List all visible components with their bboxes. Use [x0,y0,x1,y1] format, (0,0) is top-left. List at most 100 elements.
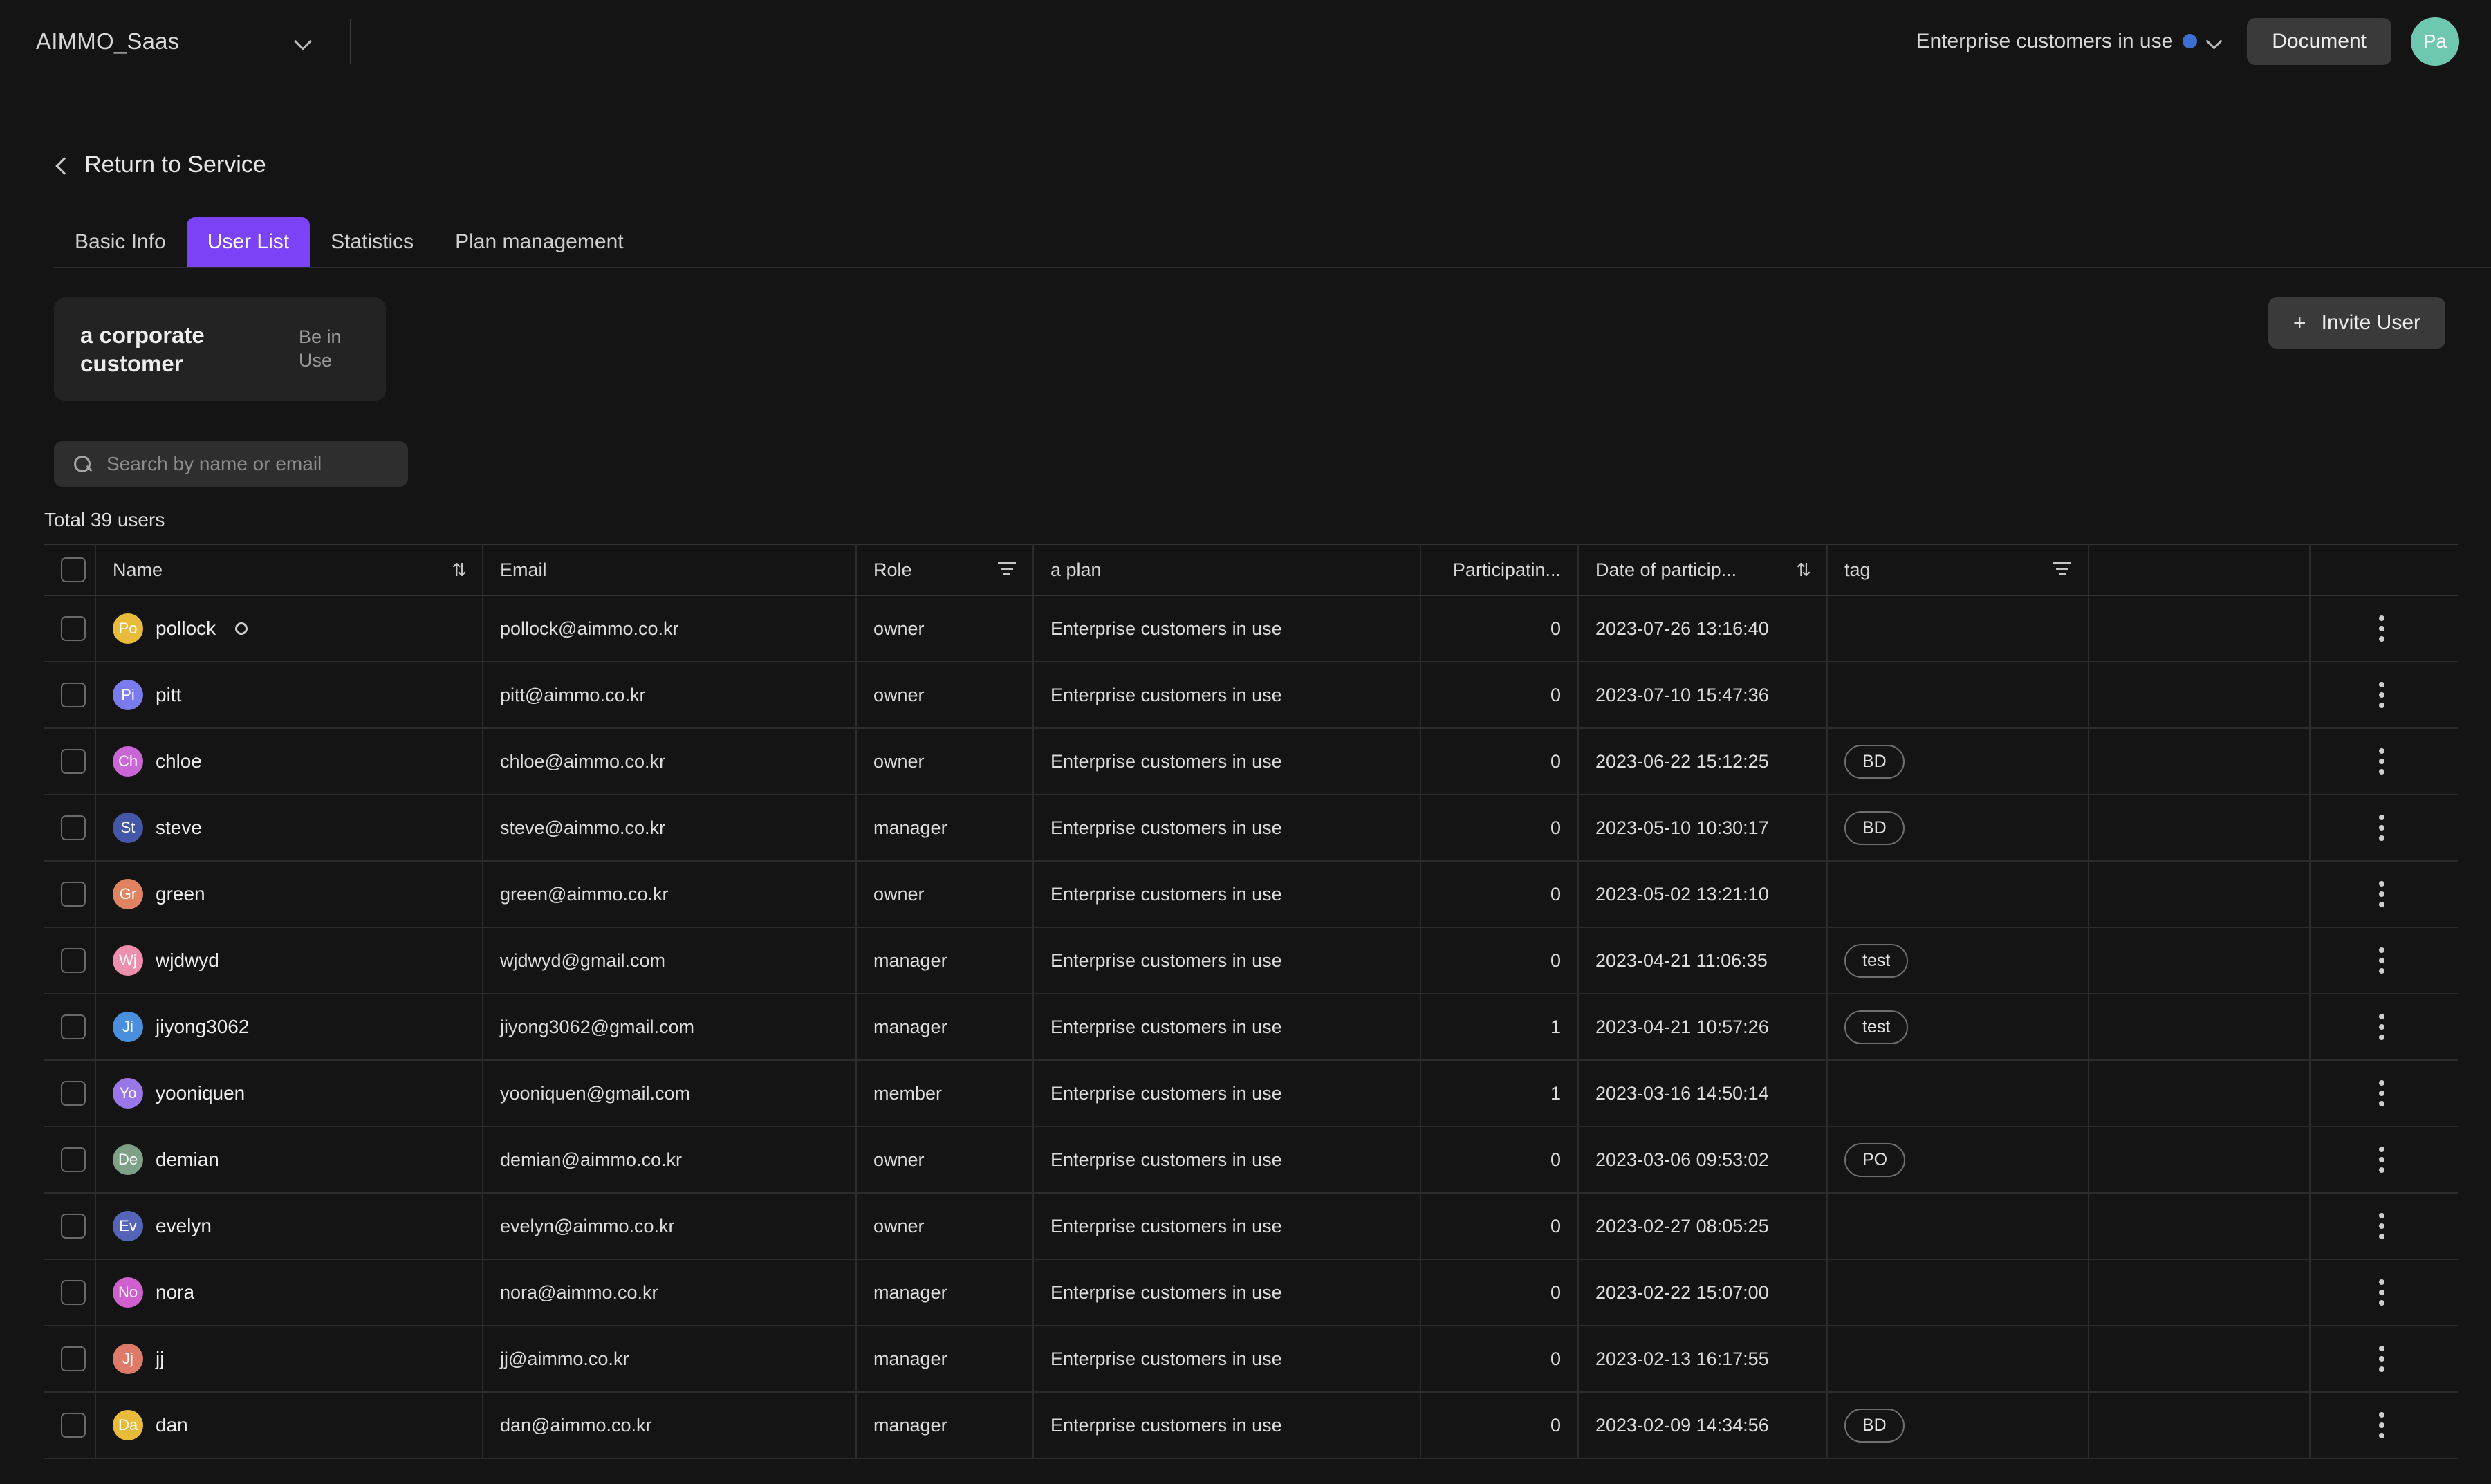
kebab-menu-icon[interactable] [2327,1147,2441,1173]
kebab-menu-icon[interactable] [2327,947,2441,974]
cell-blank [2089,1060,2310,1126]
th-tag[interactable]: tag [1827,544,2089,595]
th-date[interactable]: Date of particip... ⇅ [1578,544,1827,595]
table-row[interactable]: Pipittpitt@aimmo.co.krownerEnterprise cu… [44,662,2458,728]
cell-tag [1827,662,2089,728]
cell-participating: 0 [1420,1193,1578,1259]
row-checkbox[interactable] [61,616,86,641]
table-row[interactable]: Dedemiandemian@aimmo.co.krownerEnterpris… [44,1126,2458,1193]
cell-blank [2089,1259,2310,1326]
row-select-cell [44,1060,95,1126]
avatar: St [113,813,143,843]
row-checkbox[interactable] [61,1413,86,1438]
row-checkbox[interactable] [61,882,86,907]
cell-date: 2023-02-13 16:17:55 [1578,1326,1827,1392]
cell-date: 2023-02-22 15:07:00 [1578,1259,1827,1326]
workspace-selector[interactable]: AIMMO_Saas [36,28,313,55]
kebab-menu-icon[interactable] [2327,682,2441,708]
cell-email: evelyn@aimmo.co.kr [483,1193,856,1259]
th-select-all [44,544,95,595]
cell-tag: PO [1827,1126,2089,1193]
cell-actions [2310,994,2458,1060]
kebab-menu-icon[interactable] [2327,1213,2441,1239]
tab-statistics[interactable]: Statistics [310,217,434,267]
document-button[interactable]: Document [2247,18,2391,65]
kebab-menu-icon[interactable] [2327,1412,2441,1438]
cell-actions [2310,1259,2458,1326]
user-avatar[interactable]: Pa [2411,17,2459,66]
invite-user-button[interactable]: + Invite User [2268,297,2445,349]
table-row[interactable]: Jijiyong3062jiyong3062@gmail.commanagerE… [44,994,2458,1060]
row-checkbox[interactable] [61,1346,86,1371]
kebab-menu-icon[interactable] [2327,1080,2441,1106]
sort-icon[interactable]: ⇅ [452,561,465,579]
cell-role: manager [856,1392,1033,1458]
avatar: Gr [113,879,143,909]
cell-blank [2089,927,2310,994]
row-checkbox[interactable] [61,815,86,840]
cell-name: Chchloe [95,728,483,795]
table-row[interactable]: Evevelynevelyn@aimmo.co.krownerEnterpris… [44,1193,2458,1259]
kebab-menu-icon[interactable] [2327,1279,2441,1306]
table-header: Name ⇅ Email Role [44,544,2458,595]
row-checkbox[interactable] [61,948,86,973]
table-row[interactable]: Nonoranora@aimmo.co.krmanagerEnterprise … [44,1259,2458,1326]
table-row[interactable]: Jjjjjj@aimmo.co.krmanagerEnterprise cust… [44,1326,2458,1392]
table-row[interactable]: Ststevesteve@aimmo.co.krmanagerEnterpris… [44,795,2458,861]
filter-icon[interactable] [998,562,1016,577]
row-select-cell [44,1259,95,1326]
filter-icon[interactable] [2053,562,2071,577]
total-users-count: Total 39 users [44,509,2491,531]
kebab-menu-icon[interactable] [2327,1014,2441,1040]
kebab-menu-icon[interactable] [2327,881,2441,907]
avatar: Jj [113,1344,143,1374]
tag-badge: BD [1844,745,1905,779]
table-row[interactable]: Grgreengreen@aimmo.co.krownerEnterprise … [44,861,2458,927]
th-role[interactable]: Role [856,544,1033,595]
return-to-service-link[interactable]: Return to Service [54,151,266,178]
user-table: Name ⇅ Email Role [44,544,2458,1459]
cell-actions [2310,662,2458,728]
cell-tag [1827,1060,2089,1126]
cell-participating: 0 [1420,1259,1578,1326]
kebab-menu-icon[interactable] [2327,1346,2441,1372]
customer-card[interactable]: a corporate customer Be in Use [54,297,386,401]
cell-plan: Enterprise customers in use [1033,1126,1420,1193]
table-row[interactable]: Wjwjdwydwjdwyd@gmail.commanagerEnterpris… [44,927,2458,994]
kebab-menu-icon[interactable] [2327,615,2441,642]
kebab-menu-icon[interactable] [2327,748,2441,775]
row-checkbox[interactable] [61,1014,86,1039]
tab-plan-management[interactable]: Plan management [434,217,645,267]
user-name: jiyong3062 [156,1016,249,1038]
th-actions [2310,544,2458,595]
th-plan: a plan [1033,544,1420,595]
row-checkbox[interactable] [61,1214,86,1239]
table-row[interactable]: Popollockpollock@aimmo.co.krownerEnterpr… [44,595,2458,662]
avatar: Yo [113,1078,143,1109]
cell-actions [2310,1060,2458,1126]
th-name[interactable]: Name ⇅ [95,544,483,595]
table-row[interactable]: Yoyooniquenyooniquen@gmail.commemberEnte… [44,1060,2458,1126]
cell-tag: test [1827,994,2089,1060]
row-checkbox[interactable] [61,749,86,774]
sort-icon[interactable]: ⇅ [1796,561,1810,579]
kebab-menu-icon[interactable] [2327,815,2441,841]
cell-tag [1827,861,2089,927]
row-checkbox[interactable] [61,1280,86,1305]
environment-selector[interactable]: Enterprise customers in use [1916,30,2223,53]
tab-basic-info[interactable]: Basic Info [54,217,187,267]
tab-user-list[interactable]: User List [187,217,310,267]
row-checkbox[interactable] [61,683,86,707]
cell-tag: BD [1827,1392,2089,1458]
cell-participating: 0 [1420,861,1578,927]
search-box[interactable] [54,441,408,487]
row-checkbox[interactable] [61,1147,86,1172]
row-checkbox[interactable] [61,1081,86,1106]
search-input[interactable] [107,453,390,475]
cell-email: dan@aimmo.co.kr [483,1392,856,1458]
plus-icon: + [2293,312,2306,334]
table-row[interactable]: Dadandan@aimmo.co.krmanagerEnterprise cu… [44,1392,2458,1458]
cell-email: pollock@aimmo.co.kr [483,595,856,662]
table-row[interactable]: Chchloechloe@aimmo.co.krownerEnterprise … [44,728,2458,795]
select-all-checkbox[interactable] [61,557,86,582]
